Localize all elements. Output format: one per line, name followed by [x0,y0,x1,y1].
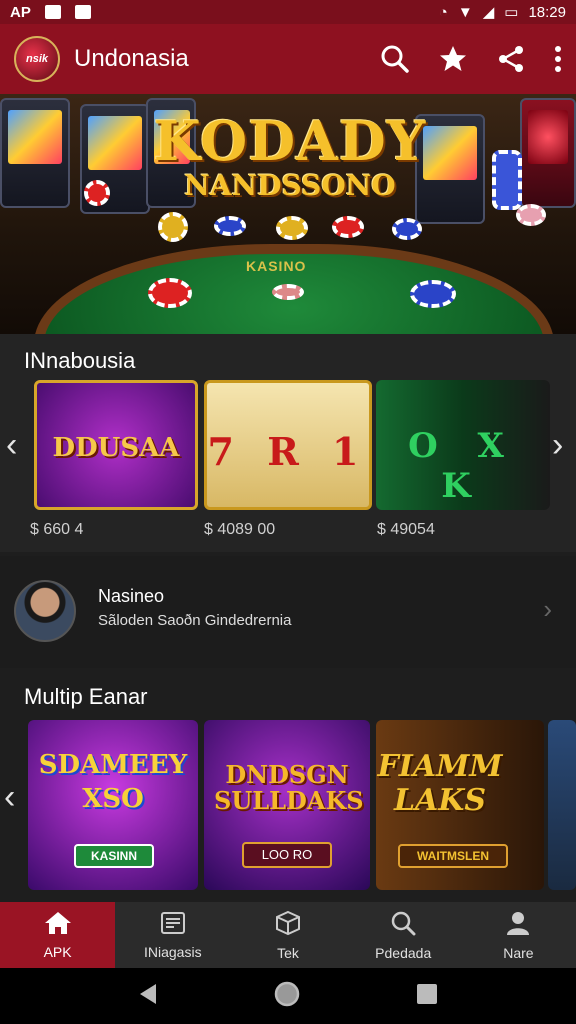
star-icon[interactable] [438,44,468,74]
nav-label: Nare [503,944,534,961]
home-circle-icon[interactable] [274,981,300,1012]
battery-icon: ▭ [504,4,519,21]
game-card-title: 7 R 1 [207,429,369,474]
recents-icon[interactable] [416,983,438,1010]
cube-icon [275,910,301,939]
chevron-right-icon: › [543,594,552,624]
promo-button[interactable]: LOO RO [242,842,332,868]
nav-item-home[interactable]: APK [0,902,116,968]
signal-icon: ◢ [482,4,495,21]
chip-icon [392,218,422,240]
game-price: $ 49054 [377,521,435,538]
promo-title: DNDSGN SULLDAKS [214,760,364,815]
section-title: Multip Eanar [24,684,148,709]
game-price: $ 4089 00 [204,521,276,538]
clock: 18:29 [528,3,566,21]
more-vert-icon[interactable] [554,46,562,72]
game-card[interactable]: 7 R 1 [204,380,372,510]
nav-label: Tek [277,944,299,961]
search-icon[interactable] [380,44,410,74]
game-card[interactable]: O X K [376,380,550,510]
promo-title: FIAMM LAKS [377,749,503,818]
promo-card-partial[interactable] [548,720,576,890]
news-icon [160,911,186,938]
promo-card[interactable]: SDAMEEY XSO KASINN [28,720,198,890]
status-text: AP [10,3,31,21]
nav-item-profile[interactable]: Nare [461,902,576,968]
system-nav-bar [0,968,576,1024]
chip-icon [158,212,188,242]
chip-icon [84,180,110,206]
nav-label: Pdedada [375,944,432,961]
hero-banner[interactable]: KASINO KODADY NANDSSONO [0,94,576,334]
user-subtitle: Sãloden Saoðn Gindedrernia [98,612,292,629]
search-icon [390,910,416,939]
game-card[interactable]: DDUSAA [34,380,198,510]
alarm-icon: ◔ [438,3,448,21]
user-name: Nasineo [98,586,165,606]
hero-title: KODADY NANDSSONO [150,112,430,202]
promo-title: SDAMEEY XSO [38,750,188,814]
table-label: KASINO [246,258,307,274]
avatar [14,580,76,642]
section-title: INnabousia [24,348,136,373]
chip-icon [410,280,456,308]
logo-text: nsik [25,53,48,65]
app-logo[interactable]: nsik [14,36,60,82]
share-icon[interactable] [496,44,526,74]
chip-icon [516,204,546,226]
chip-icon [272,284,304,300]
chip-icon [332,216,364,238]
person-icon [505,910,531,939]
chip-stack-icon [492,150,522,210]
play-notification-icon [74,5,91,19]
slot-machine-image [520,98,576,208]
carousel-prev-icon[interactable]: ‹ [6,426,17,465]
hero-title-line1: KODADY [153,109,427,173]
image-notification-icon [44,5,61,19]
status-bar: AP ◔ ▼ ◢ ▭ 18:29 [0,0,576,24]
hero-title-line2: NANDSSONO [184,169,396,202]
nav-label: INiagasis [144,943,202,960]
chip-icon [214,216,246,236]
carousel-prev-icon[interactable]: ‹ [4,778,15,817]
chip-icon [276,216,308,240]
nav-item-news[interactable]: INiagasis [115,902,230,968]
game-card-title: DDUSAA [52,433,180,463]
nav-item-search[interactable]: Pdedada [346,902,461,968]
carousel-next-icon[interactable]: › [552,426,563,465]
promo-card[interactable]: FIAMM LAKS WAITMSLEN [376,720,544,890]
game-price: $ 660 4 [30,521,84,538]
user-row[interactable]: Nasineo Sãloden Saoðn Gindedrernia › [0,556,576,668]
back-icon[interactable] [138,983,158,1010]
app-bar: nsik Undonasia [0,24,576,94]
chip-icon [148,278,192,308]
bottom-nav: APK INiagasis Tek Pdedada Nare [0,902,576,968]
home-icon [44,911,72,938]
wifi-icon: ▼ [457,3,473,21]
slot-machine-image [0,98,70,208]
nav-label: APK [43,943,72,960]
app-title: Undonasia [74,45,189,72]
promo-button[interactable]: KASINN [74,844,154,868]
promo-button[interactable]: WAITMSLEN [398,844,508,868]
promo-card[interactable]: DNDSGN SULLDAKS LOO RO [204,720,370,890]
game-card-title: O X K [408,426,518,506]
nav-item-tek[interactable]: Tek [230,902,345,968]
